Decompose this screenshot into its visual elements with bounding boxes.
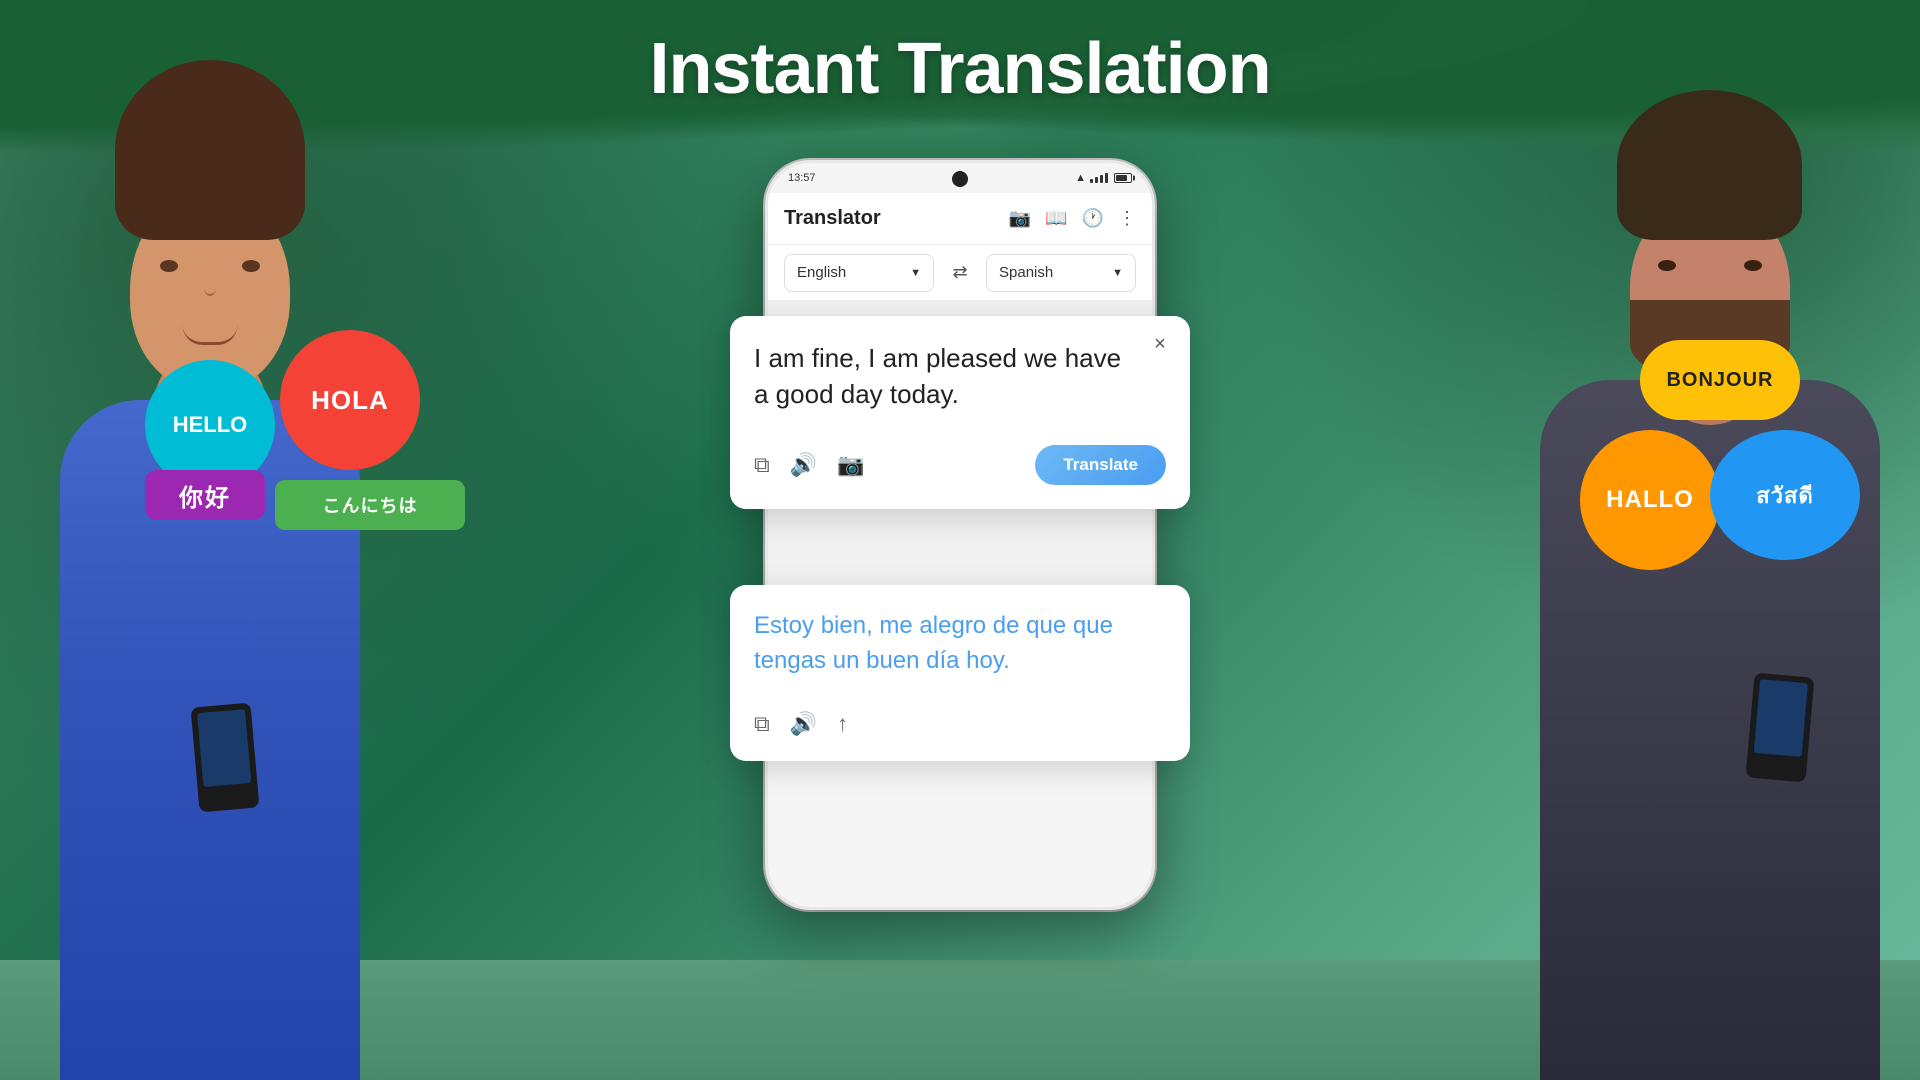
close-button[interactable]: × — [1146, 330, 1174, 358]
app-title: Translator — [784, 207, 881, 230]
bubble-sawatdi: สวัสดี — [1710, 430, 1860, 560]
app-icons: 📷 📖 🕐 ⋮ — [1009, 208, 1136, 229]
signal-bar-4 — [1105, 173, 1108, 183]
history-icon[interactable]: 🕐 — [1082, 208, 1104, 229]
left-person-area — [0, 0, 520, 1080]
speaker-icon[interactable]: 🔊 — [790, 452, 817, 478]
bubble-bonjour: BONJOUR — [1640, 340, 1800, 420]
target-language-selector[interactable]: Spanish ▼ — [986, 254, 1136, 292]
source-translation-card: × I am fine, I am pleased we have a good… — [730, 316, 1190, 509]
target-lang-chevron: ▼ — [1112, 267, 1123, 279]
result-card-actions: ⧉ 🔊 ↑ — [754, 711, 1166, 737]
copy-icon[interactable]: ⧉ — [754, 452, 770, 478]
right-person-hair — [1617, 90, 1802, 240]
target-language-label: Spanish — [999, 264, 1053, 281]
bubble-konnichiwa: こんにちは — [275, 480, 465, 530]
result-text: Estoy bien, me alegro de que que tengas … — [754, 609, 1134, 679]
status-time: 13:57 — [788, 172, 816, 184]
phone-frame: 13:57 ▲ Translator 📷 📖 🕐 — [765, 160, 1155, 910]
source-action-icons: ⧉ 🔊 📷 — [754, 452, 865, 478]
phone-app-bar: Translator 📷 📖 🕐 ⋮ — [768, 193, 1152, 245]
left-person-phone — [191, 703, 260, 813]
phone-inner: 13:57 ▲ Translator 📷 📖 🕐 — [768, 163, 1152, 907]
result-translation-card: Estoy bien, me alegro de que que tengas … — [730, 585, 1190, 761]
bubble-hola: HOLA — [280, 330, 420, 470]
book-icon[interactable]: 📖 — [1045, 208, 1067, 229]
page-title: Instant Translation — [649, 28, 1270, 110]
camera-icon[interactable]: 📷 — [1009, 208, 1031, 229]
battery-fill — [1116, 175, 1127, 181]
left-person-hair — [115, 60, 305, 240]
signal-bar-2 — [1095, 177, 1098, 183]
status-icons: ▲ — [1075, 172, 1132, 184]
source-text: I am fine, I am pleased we have a good d… — [754, 340, 1134, 413]
signal-bar-1 — [1090, 179, 1093, 183]
result-action-icons: ⧉ 🔊 ↑ — [754, 711, 848, 737]
wifi-icon: ▲ — [1075, 172, 1086, 184]
bubble-nihao: 你好 — [145, 470, 265, 520]
source-language-selector[interactable]: English ▼ — [784, 254, 934, 292]
result-copy-icon[interactable]: ⧉ — [754, 711, 770, 737]
signal-bars — [1090, 173, 1108, 183]
bubble-hallo: HALLO — [1580, 430, 1720, 570]
translate-button[interactable]: Translate — [1035, 445, 1166, 485]
more-icon[interactable]: ⋮ — [1118, 208, 1136, 229]
source-lang-chevron: ▼ — [910, 267, 921, 279]
right-person-phone — [1746, 673, 1815, 783]
source-language-label: English — [797, 264, 846, 281]
camera-scan-icon[interactable]: 📷 — [837, 452, 864, 478]
camera-notch — [952, 171, 968, 187]
card-actions: ⧉ 🔊 📷 Translate — [754, 445, 1166, 485]
swap-languages-button[interactable]: ⇄ — [942, 255, 978, 291]
battery-icon — [1114, 173, 1132, 183]
phone-lang-bar: English ▼ ⇄ Spanish ▼ — [768, 245, 1152, 301]
result-speaker-icon[interactable]: 🔊 — [790, 711, 817, 737]
result-share-icon[interactable]: ↑ — [837, 711, 848, 737]
signal-bar-3 — [1100, 175, 1103, 183]
